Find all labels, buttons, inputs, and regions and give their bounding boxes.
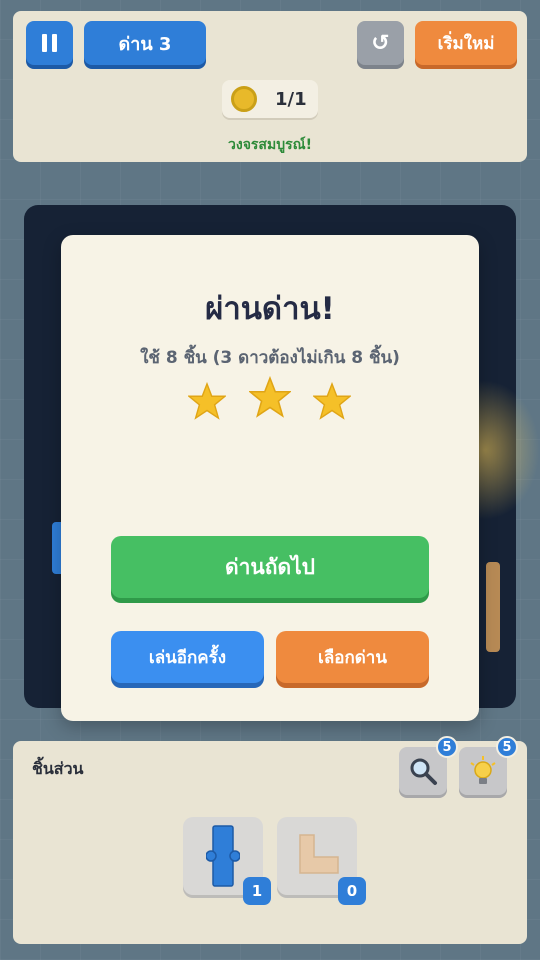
status-message: วงจรสมบูรณ์! bbox=[228, 137, 312, 153]
replay-button[interactable]: เล่นอีกครั้ง bbox=[111, 631, 264, 683]
coin-icon bbox=[231, 86, 257, 112]
piece-count-badge: 0 bbox=[338, 877, 366, 905]
hint-count-badge: 5 bbox=[496, 736, 518, 758]
next-level-button[interactable]: ด่านถัดไป bbox=[111, 536, 429, 598]
corner-pipe-icon bbox=[299, 834, 339, 874]
pause-button[interactable] bbox=[26, 21, 73, 65]
piece-count-badge: 1 bbox=[243, 877, 271, 905]
lightbulb-icon bbox=[470, 756, 496, 784]
undo-button[interactable]: ↺ bbox=[357, 21, 404, 65]
magnifier-icon bbox=[410, 758, 437, 785]
coin-count: 1/1 bbox=[275, 88, 307, 110]
straight-pipe-icon bbox=[206, 825, 240, 887]
star-icon bbox=[188, 382, 226, 420]
undo-icon: ↺ bbox=[371, 30, 390, 56]
star-icon bbox=[249, 376, 291, 418]
dialog-subtitle: ใช้ 8 ชิ้น (3 ดาวต้องไม่เกิน 8 ชิ้น) bbox=[140, 348, 400, 368]
select-level-button[interactable]: เลือกด่าน bbox=[276, 631, 429, 683]
dialog-title: ผ่านด่าน! bbox=[205, 291, 335, 327]
pieces-panel bbox=[13, 741, 527, 944]
star-icon bbox=[313, 382, 351, 420]
pieces-label: ชิ้นส่วน bbox=[32, 759, 84, 778]
level-indicator-button[interactable]: ด่าน 3 bbox=[84, 21, 206, 65]
magnifier-count-badge: 5 bbox=[436, 736, 458, 758]
coin-counter: 1/1 bbox=[222, 80, 318, 118]
pause-icon bbox=[42, 34, 57, 52]
board-pipe-piece bbox=[486, 562, 500, 652]
restart-button[interactable]: เริ่มใหม่ bbox=[415, 21, 517, 65]
